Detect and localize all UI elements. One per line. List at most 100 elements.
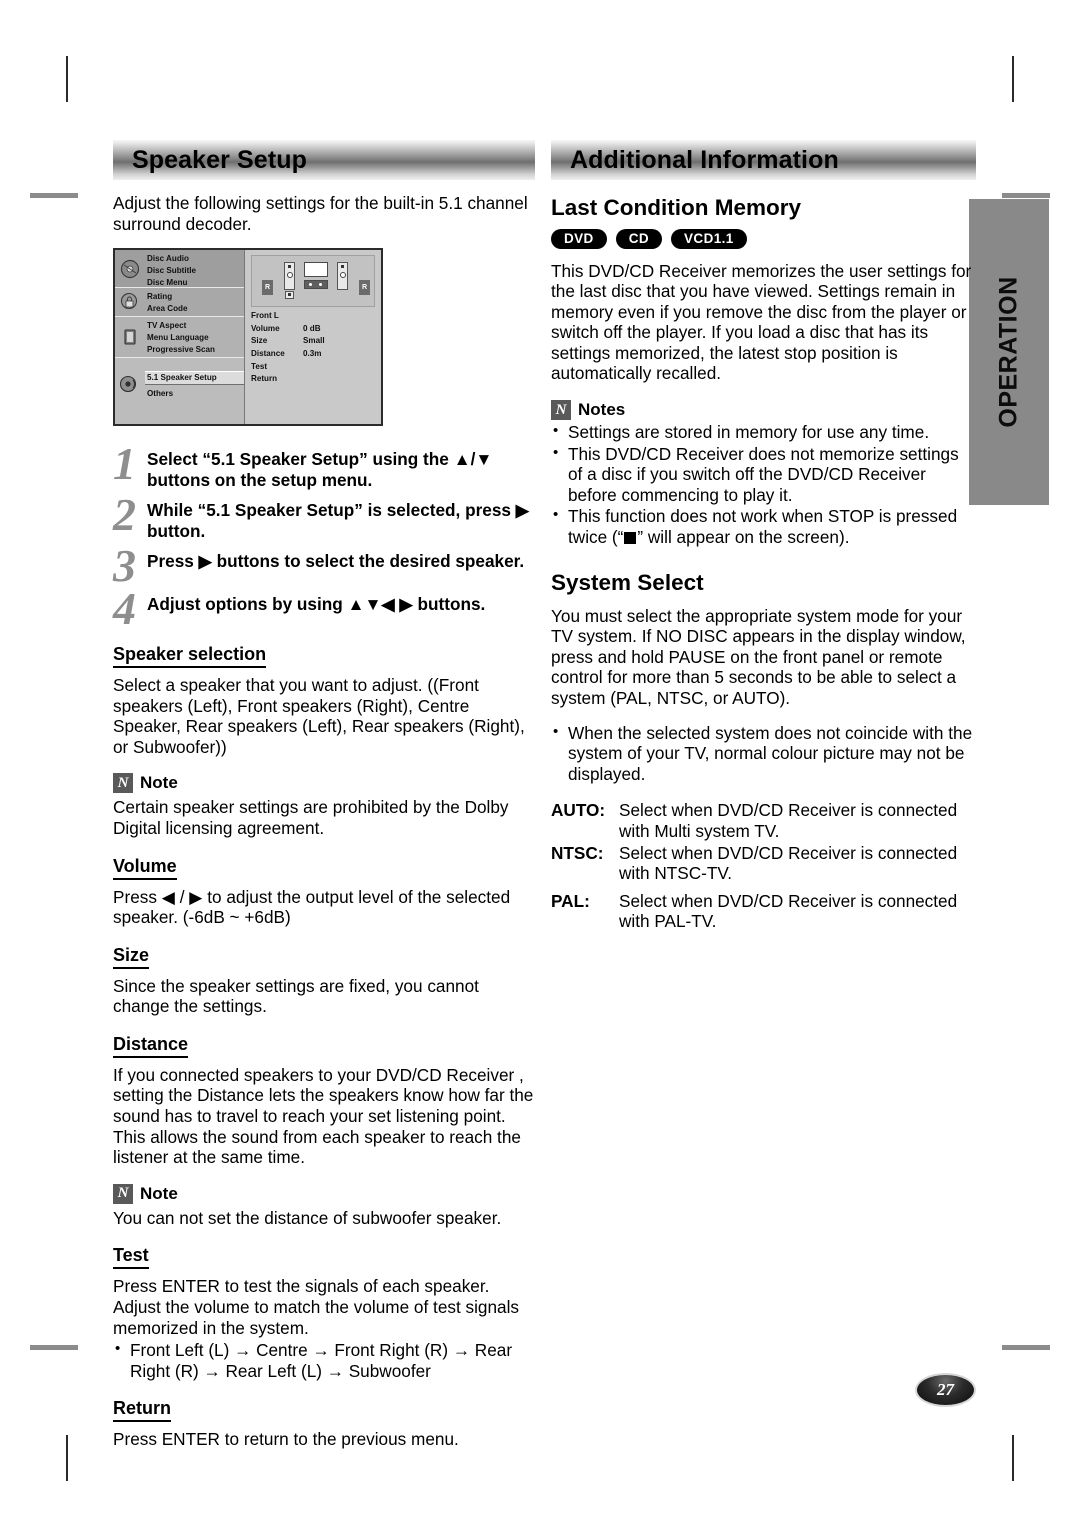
setup-detail-row-size[interactable]: Size Small bbox=[251, 335, 375, 348]
crop-mark-right-top bbox=[1002, 193, 1050, 198]
return-section: Return Press ENTER to return to the prev… bbox=[113, 1398, 535, 1450]
setup-detail-value-volume: 0 dB bbox=[303, 323, 321, 333]
setup-menu-item-others[interactable]: Others bbox=[145, 388, 244, 400]
definition-ntsc: NTSC: Select when DVD/CD Receiver is con… bbox=[551, 843, 976, 884]
step-3-text: Press ▶ buttons to select the desired sp… bbox=[147, 551, 525, 572]
setup-menu-item-disc-audio[interactable]: Disc Audio bbox=[145, 253, 244, 265]
badge-vcd: VCD1.1 bbox=[671, 229, 747, 249]
disc-audio-icon bbox=[120, 259, 140, 279]
setup-detail-value-distance: 0.3m bbox=[303, 348, 322, 358]
setup-menu-item-disc-subtitle[interactable]: Disc Subtitle bbox=[145, 265, 244, 277]
setup-menu-item-tv-aspect[interactable]: TV Aspect bbox=[145, 320, 244, 332]
section-header-additional-information: Additional Information bbox=[551, 140, 976, 180]
setup-menu-item-progressive-scan[interactable]: Progressive Scan bbox=[145, 344, 244, 356]
setup-detail-key-size: Size bbox=[251, 336, 268, 346]
setup-menu-group-disc: Disc Audio Disc Subtitle Disc Menu bbox=[115, 250, 244, 288]
definition-auto: AUTO: Select when DVD/CD Receiver is con… bbox=[551, 800, 976, 841]
last-condition-memory-section: Last Condition Memory DVD CD VCD1.1 This… bbox=[551, 195, 976, 548]
step-3-number: 3 bbox=[113, 540, 136, 592]
speaker-layout-diagram: R R bbox=[251, 255, 375, 308]
system-select-body: You must select the appropriate system m… bbox=[551, 605, 966, 708]
badge-cd: CD bbox=[615, 229, 663, 249]
speaker-selection-section: Speaker selection Select a speaker that … bbox=[113, 644, 535, 839]
setup-detail-value-size: Small bbox=[303, 336, 325, 346]
note-bullet-3: This function does not work when STOP is… bbox=[551, 505, 976, 547]
setup-detail-key-distance: Distance bbox=[251, 348, 285, 358]
display-icon bbox=[120, 327, 140, 347]
volume-section: Volume Press ◀ / ▶ to adjust the output … bbox=[113, 856, 535, 928]
diagram-rear-left-speaker: R bbox=[262, 280, 273, 296]
setup-detail-speaker-name: Front L bbox=[251, 311, 279, 321]
speaker-selection-note-body: Certain speaker settings are prohibited … bbox=[113, 797, 509, 838]
crop-mark-right-bottom bbox=[1002, 1345, 1050, 1350]
left-column: Speaker Setup Adjust the following setti… bbox=[113, 140, 535, 1450]
intro-paragraph: Adjust the following settings for the bu… bbox=[113, 193, 528, 234]
note-label: Note bbox=[140, 773, 178, 793]
diagram-rear-right-speaker: R bbox=[359, 280, 370, 296]
setup-detail-key-volume: Volume bbox=[251, 323, 280, 333]
setup-menu-item-list: Disc Audio Disc Subtitle Disc Menu Ratin… bbox=[115, 250, 245, 425]
diagram-centre-speaker bbox=[304, 280, 328, 290]
step-1-text: Select “5.1 Speaker Setup” using the ▲/▼… bbox=[147, 449, 493, 490]
setup-detail-row-distance[interactable]: Distance 0.3m bbox=[251, 348, 375, 361]
step-2: 2 While “5.1 Speaker Setup” is selected,… bbox=[113, 489, 535, 541]
page-number: 27 bbox=[937, 1380, 954, 1399]
badge-dvd: DVD bbox=[551, 229, 607, 249]
setup-menu-item-rating[interactable]: Rating bbox=[145, 291, 244, 303]
test-bullet-1: Front Left (L) → Centre → Front Right (R… bbox=[113, 1339, 535, 1381]
note-bullet-1: Settings are stored in memory for use an… bbox=[551, 421, 976, 443]
system-select-bullet-1: When the selected system does not coinci… bbox=[551, 722, 976, 785]
setup-detail-row-volume[interactable]: Volume 0 dB bbox=[251, 323, 375, 336]
last-condition-memory-body: This DVD/CD Receiver memorizes the user … bbox=[551, 260, 972, 384]
definition-pal: PAL: Select when DVD/CD Receiver is conn… bbox=[551, 891, 976, 932]
system-select-bullet-list: When the selected system does not coinci… bbox=[551, 722, 976, 785]
setup-menu-screenshot: Disc Audio Disc Subtitle Disc Menu Ratin… bbox=[113, 248, 383, 427]
speaker-selection-note-header: N Note bbox=[113, 773, 535, 794]
disc-type-badges: DVD CD VCD1.1 bbox=[551, 229, 976, 249]
test-heading: Test bbox=[113, 1245, 149, 1270]
step-3: 3 Press ▶ buttons to select the desired … bbox=[113, 540, 535, 592]
section-header-speaker-setup: Speaker Setup bbox=[113, 140, 535, 180]
crop-mark-left-top bbox=[30, 193, 78, 198]
last-condition-memory-notes-header: N Notes bbox=[551, 400, 976, 421]
distance-note-header: N Note bbox=[113, 1183, 535, 1204]
setup-menu-group-audio: 5.1 Speaker Setup Others bbox=[115, 357, 244, 425]
distance-body: If you connected speakers to your DVD/CD… bbox=[113, 1064, 534, 1168]
setup-menu-detail-panel: R R Front L Volume 0 dB Size Small Dista… bbox=[245, 250, 381, 425]
page-number-badge: 27 bbox=[917, 1375, 974, 1405]
last-condition-memory-heading: Last Condition Memory bbox=[551, 195, 802, 220]
system-select-heading: System Select bbox=[551, 569, 704, 595]
note-icon: N bbox=[551, 400, 571, 421]
crop-mark-top-left bbox=[66, 56, 68, 102]
volume-body: Press ◀ / ▶ to adjust the output level o… bbox=[113, 886, 511, 928]
setup-menu-item-menu-language[interactable]: Menu Language bbox=[145, 332, 244, 344]
setup-menu-item-speaker-setup[interactable]: 5.1 Speaker Setup bbox=[145, 371, 244, 385]
section-header-title: Speaker Setup bbox=[132, 145, 307, 174]
volume-heading: Volume bbox=[113, 856, 177, 880]
return-heading: Return bbox=[113, 1398, 171, 1423]
manual-page: OPERATION Speaker Setup Adjust the follo… bbox=[0, 0, 1080, 1528]
setup-menu-group-display: TV Aspect Menu Language Progressive Scan bbox=[115, 316, 244, 358]
setup-detail-row-test[interactable]: Test bbox=[251, 361, 375, 374]
distance-heading: Distance bbox=[113, 1034, 189, 1058]
step-4-number: 4 bbox=[113, 583, 136, 635]
step-2-number: 2 bbox=[113, 489, 136, 541]
speaker-selection-heading: Speaker selection bbox=[113, 644, 267, 668]
size-heading: Size bbox=[113, 945, 150, 969]
setup-detail-row-return[interactable]: Return bbox=[251, 373, 375, 386]
system-select-section: System Select You must select the approp… bbox=[551, 570, 976, 932]
section-header-title: Additional Information bbox=[570, 145, 839, 174]
diagram-front-left-sub-driver bbox=[288, 293, 291, 297]
size-section: Size Since the speaker settings are fixe… bbox=[113, 945, 535, 1017]
setup-menu-item-area-code[interactable]: Area Code bbox=[145, 303, 244, 315]
definition-pal-term: PAL: bbox=[551, 890, 590, 911]
definition-pal-desc: Select when DVD/CD Receiver is connected… bbox=[619, 890, 958, 932]
setup-menu-group-lock: Rating Area Code bbox=[115, 287, 244, 317]
distance-note-body: You can not set the distance of subwoofe… bbox=[113, 1207, 502, 1228]
crop-mark-bottom-left bbox=[66, 1435, 68, 1481]
speaker-icon bbox=[119, 374, 140, 394]
test-body: Press ENTER to test the signals of each … bbox=[113, 1276, 520, 1338]
definition-auto-desc: Select when DVD/CD Receiver is connected… bbox=[619, 800, 958, 841]
test-bullet-list: Front Left (L) → Centre → Front Right (R… bbox=[113, 1339, 535, 1381]
crop-mark-bottom-right bbox=[1012, 1435, 1014, 1481]
